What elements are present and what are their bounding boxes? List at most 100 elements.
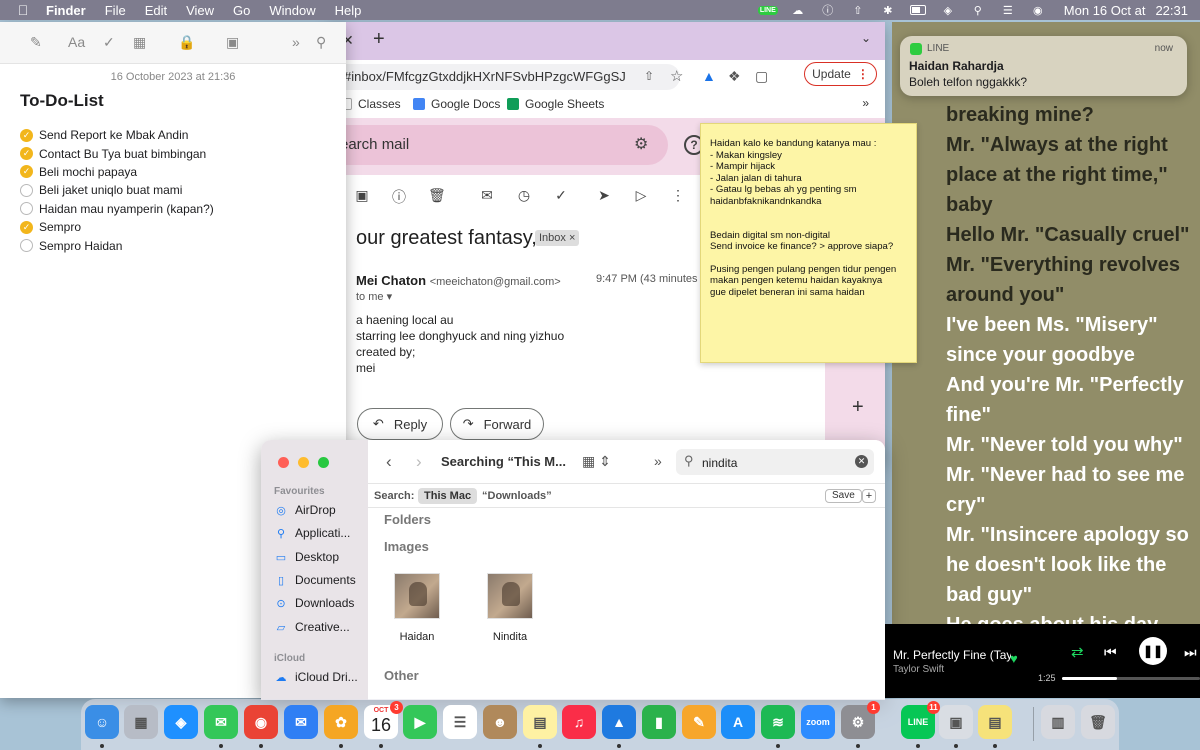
- liked-heart-icon[interactable]: ♥: [1010, 651, 1018, 666]
- checked-circle-icon[interactable]: ✓: [20, 147, 33, 161]
- zoom-window-button[interactable]: [318, 457, 329, 468]
- lyric-line[interactable]: He goes about his day: [946, 610, 1200, 624]
- clear-search-icon[interactable]: ✕: [855, 455, 868, 468]
- info-icon[interactable]: ⓘ: [820, 3, 836, 17]
- more-bookmarks-icon[interactable]: »: [862, 96, 869, 110]
- bookmark-google-sheets[interactable]: Google Sheets: [507, 97, 604, 111]
- checklist-item[interactable]: ✓ Beli mochi papaya: [20, 163, 214, 181]
- spotify-icon[interactable]: ≋: [761, 705, 795, 739]
- archive-icon[interactable]: ▣: [354, 187, 370, 207]
- line-notification[interactable]: LINE now Haidan Rahardja Boleh telfon ng…: [900, 36, 1187, 96]
- forward-button[interactable]: ↷ Forward: [450, 408, 544, 440]
- sidebar-item-desktop[interactable]: ▭ Desktop: [275, 550, 339, 564]
- compose-note-icon[interactable]: ✎: [30, 34, 42, 51]
- chrome-icon[interactable]: ◉: [244, 705, 278, 739]
- lock-icon[interactable]: 🔒: [178, 34, 195, 51]
- extension-cap-icon[interactable]: ▲: [702, 68, 716, 84]
- more-toolbar-icon[interactable]: »: [654, 453, 662, 469]
- sticky-note[interactable]: Haidan kalo ke bandung katanya mau :- Ma…: [700, 123, 917, 363]
- add-criteria-button[interactable]: +: [862, 489, 876, 503]
- shuffle-icon[interactable]: ⇄: [1071, 643, 1084, 661]
- menu-clock[interactable]: Mon 16 Oct at 22:31: [1064, 3, 1188, 18]
- mail-search-input[interactable]: earch mail: [330, 125, 668, 165]
- lyric-line[interactable]: Mr. "Always at the right: [946, 130, 1200, 160]
- checked-circle-icon[interactable]: ✓: [20, 128, 33, 142]
- preview-icon[interactable]: ▣: [939, 705, 973, 739]
- facetime-icon[interactable]: ▶: [403, 705, 437, 739]
- spotlight-search-icon[interactable]: ⚲: [970, 3, 986, 17]
- progress-slider[interactable]: [1062, 677, 1200, 680]
- upload-icon[interactable]: ⇧: [850, 3, 866, 17]
- extensions-puzzle-icon[interactable]: ❖: [728, 68, 741, 85]
- lyric-line[interactable]: cry": [946, 490, 1200, 520]
- lyric-line[interactable]: around you": [946, 280, 1200, 310]
- search-icon[interactable]: ⚲: [316, 34, 326, 51]
- add-addon-icon[interactable]: +: [852, 396, 864, 419]
- music-icon[interactable]: ♫: [562, 705, 596, 739]
- checklist-icon[interactable]: ✓: [103, 34, 115, 51]
- lyric-line[interactable]: Mr. "Never had to see me: [946, 460, 1200, 490]
- lyric-line[interactable]: Mr. "Insincere apology so: [946, 520, 1200, 550]
- calendar-icon[interactable]: OCT 16 3: [364, 701, 403, 739]
- menu-file[interactable]: File: [105, 3, 126, 18]
- lyric-line[interactable]: I've been Ms. "Misery": [946, 310, 1200, 340]
- previous-track-icon[interactable]: ⏮: [1104, 644, 1117, 661]
- downloads-stack-icon[interactable]: ▥: [1041, 705, 1075, 739]
- reply-button[interactable]: ↶ Reply: [357, 408, 443, 440]
- close-window-button[interactable]: [278, 457, 289, 468]
- stickies-icon[interactable]: ▤: [978, 705, 1012, 739]
- app-store-icon[interactable]: A: [721, 705, 755, 739]
- bookmark-star-icon[interactable]: ☆: [670, 67, 683, 85]
- finder-search-field[interactable]: ⚲ nindita ✕: [676, 449, 874, 475]
- lyric-line[interactable]: Mr. "Never told you why": [946, 430, 1200, 460]
- lyric-line[interactable]: place at the right time,": [946, 160, 1200, 190]
- lyric-line[interactable]: Hello Mr. "Casually cruel": [946, 220, 1200, 250]
- reminders-icon[interactable]: ☰: [443, 705, 477, 739]
- next-track-icon[interactable]: ⏭: [1184, 644, 1197, 661]
- table-icon[interactable]: ▦: [133, 34, 146, 51]
- tab-search-chevron-icon[interactable]: ⌄: [861, 31, 871, 45]
- share-icon[interactable]: ⇧: [644, 69, 654, 83]
- numbers-icon[interactable]: ▮: [642, 705, 676, 739]
- checklist-item[interactable]: ✓ Contact Bu Tya buat bimbingan: [20, 144, 214, 162]
- checked-circle-icon[interactable]: ✓: [20, 220, 33, 234]
- menu-go[interactable]: Go: [233, 3, 250, 18]
- image-file-haidan[interactable]: Haidan: [382, 573, 452, 643]
- photos-icon[interactable]: ✿: [324, 705, 358, 739]
- keynote-icon[interactable]: ▲: [602, 705, 636, 739]
- track-artist[interactable]: Taylor Swift: [893, 664, 944, 675]
- media-icon[interactable]: ▣: [226, 34, 239, 51]
- scope-downloads[interactable]: “Downloads”: [482, 490, 552, 502]
- sidebar-item-downloads[interactable]: ⊙ Downloads: [275, 596, 354, 610]
- wifi-icon[interactable]: ◈: [940, 3, 956, 17]
- control-center-icon[interactable]: ☰: [1000, 3, 1016, 17]
- note-title[interactable]: To-Do-List: [20, 91, 104, 111]
- zoom-icon[interactable]: zoom: [801, 705, 835, 739]
- minimize-window-button[interactable]: [298, 457, 309, 468]
- safari-icon[interactable]: ◈: [164, 705, 198, 739]
- notes-icon[interactable]: ▤: [523, 705, 557, 739]
- menu-help[interactable]: Help: [335, 3, 362, 18]
- view-options-icon[interactable]: ▦ ⇕: [582, 453, 611, 470]
- unchecked-circle-icon[interactable]: [20, 202, 33, 216]
- pause-button[interactable]: ❚❚: [1139, 637, 1167, 665]
- battery-icon[interactable]: [909, 3, 926, 17]
- unchecked-circle-icon[interactable]: [20, 239, 33, 253]
- bookmark-classes[interactable]: Classes: [340, 97, 401, 111]
- checklist-item[interactable]: ✓ Send Report ke Mbak Andin: [20, 126, 214, 144]
- sidebar-item-icloud-drive[interactable]: ☁ iCloud Dri...: [275, 670, 358, 684]
- sidebar-item-airdrop[interactable]: ◎ AirDrop: [275, 503, 336, 517]
- forward-chevron-icon[interactable]: ›: [416, 452, 422, 472]
- delete-icon[interactable]: 🗑: [428, 187, 446, 207]
- line-status-icon[interactable]: LINE: [757, 3, 778, 17]
- mail-icon[interactable]: ✉: [284, 705, 318, 739]
- lyric-line[interactable]: bad guy": [946, 580, 1200, 610]
- unchecked-circle-icon[interactable]: [20, 183, 33, 197]
- more-actions-icon[interactable]: ⋮: [670, 187, 686, 207]
- lyric-line[interactable]: Mr. "Everything revolves: [946, 250, 1200, 280]
- address-bar[interactable]: #inbox/FMfcgzGtxddjkHXrNFSvbHPzgcWFGgSJ: [330, 64, 680, 90]
- lyric-line[interactable]: he doesn't look like the: [946, 550, 1200, 580]
- recipient-details[interactable]: to me ▾: [356, 290, 392, 303]
- save-search-button[interactable]: Save: [825, 489, 862, 503]
- side-panel-icon[interactable]: ▢: [755, 68, 768, 85]
